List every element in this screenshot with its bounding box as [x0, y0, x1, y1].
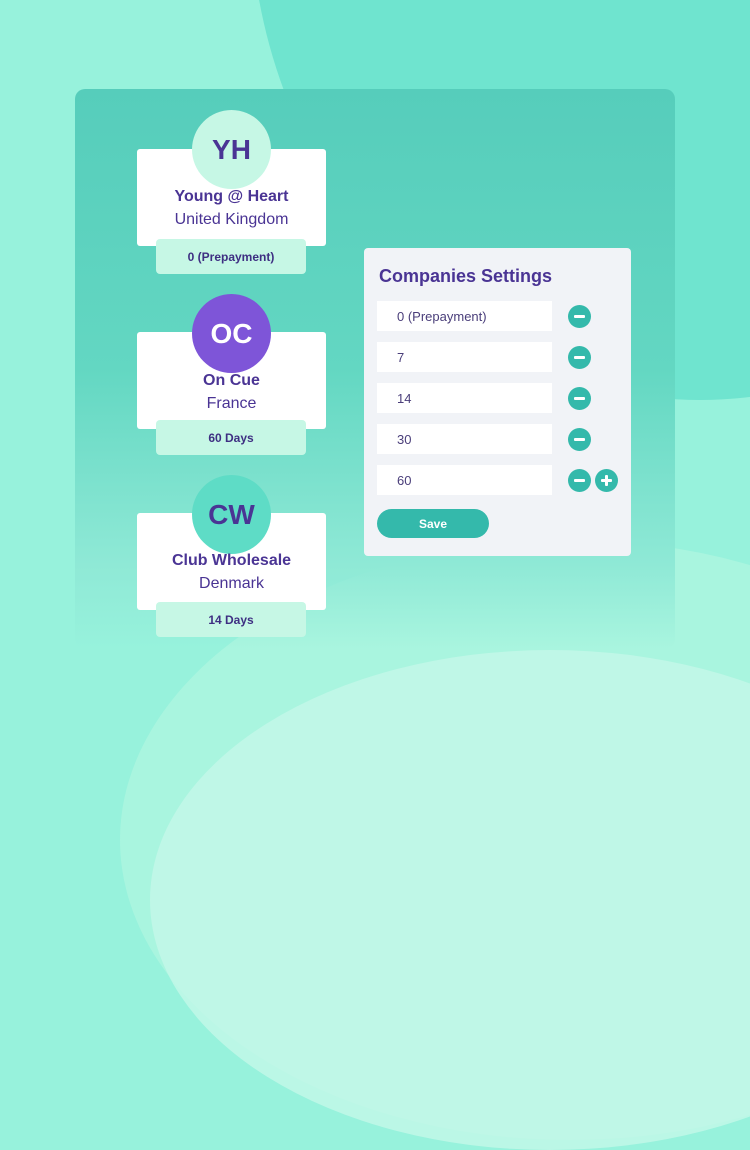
remove-term-button[interactable]: [568, 428, 591, 451]
payment-terms-badge: 60 Days: [156, 420, 306, 455]
minus-icon: [574, 479, 585, 482]
payment-term-input[interactable]: [377, 342, 552, 372]
minus-icon: [574, 315, 585, 318]
add-term-button[interactable]: [595, 469, 618, 492]
payment-term-input[interactable]: [377, 383, 552, 413]
company-country: Denmark: [199, 575, 264, 592]
minus-icon: [574, 356, 585, 359]
save-button[interactable]: Save: [377, 509, 489, 538]
payment-term-input[interactable]: [377, 465, 552, 495]
remove-term-button[interactable]: [568, 469, 591, 492]
settings-title: Companies Settings: [379, 266, 553, 286]
company-country: France: [206, 395, 257, 412]
companies-settings-panel: Companies Settings Save: [364, 248, 631, 556]
payment-term-input[interactable]: [377, 424, 552, 454]
minus-icon: [574, 397, 585, 400]
company-name: Club Wholesale: [171, 552, 292, 569]
company-avatar: YH: [192, 110, 271, 189]
payment-terms-badge: 14 Days: [156, 602, 306, 637]
plus-icon: [601, 475, 612, 486]
company-avatar: CW: [192, 475, 271, 554]
company-country: United Kingdom: [174, 211, 289, 228]
payment-term-input[interactable]: [377, 301, 552, 331]
remove-term-button[interactable]: [568, 305, 591, 328]
remove-term-button[interactable]: [568, 346, 591, 369]
remove-term-button[interactable]: [568, 387, 591, 410]
company-avatar: OC: [192, 294, 271, 373]
minus-icon: [574, 438, 585, 441]
company-name: On Cue: [203, 372, 260, 389]
company-name: Young @ Heart: [174, 188, 289, 205]
payment-terms-badge: 0 (Prepayment): [156, 239, 306, 274]
